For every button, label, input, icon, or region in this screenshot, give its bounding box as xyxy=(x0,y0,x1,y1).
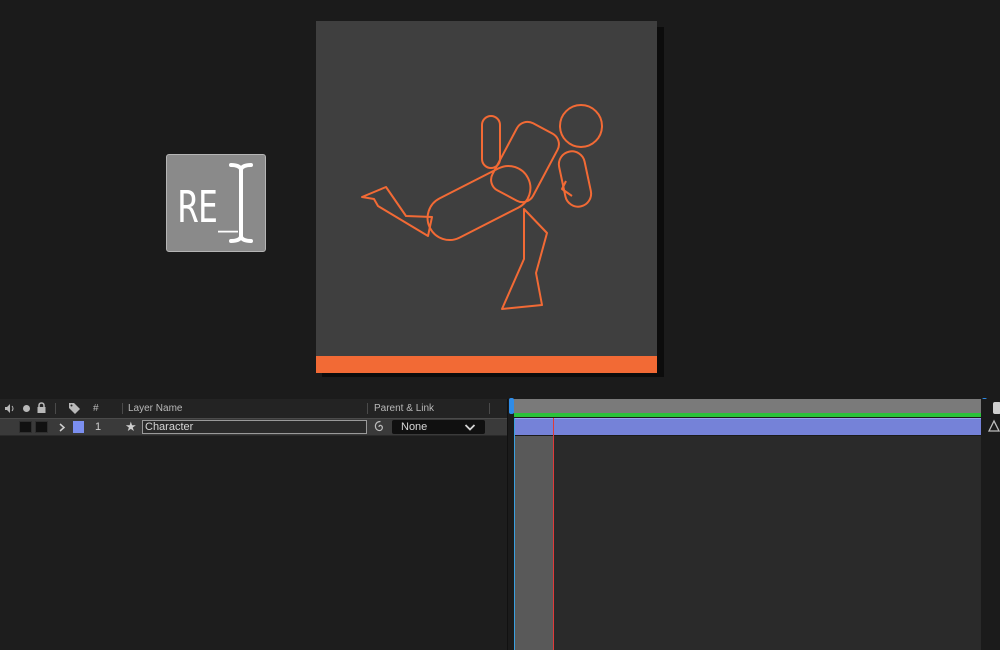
chevron-down-icon xyxy=(464,424,476,431)
solo-switch-box[interactable] xyxy=(35,421,48,433)
scroll-handle[interactable] xyxy=(993,402,1000,414)
column-header-number: # xyxy=(93,403,99,414)
timeline-body[interactable] xyxy=(514,436,981,650)
shape-layer-star-icon: ★ xyxy=(125,419,137,434)
layer-row[interactable]: 1 ★ Character None xyxy=(0,418,507,436)
plugin-logo[interactable]: RE_ xyxy=(166,154,266,252)
header-separator xyxy=(489,403,490,414)
label-tag-icon[interactable] xyxy=(68,402,81,414)
visibility-icon[interactable] xyxy=(22,404,31,413)
lock-icon[interactable] xyxy=(36,402,47,414)
logo-text: RE_ xyxy=(178,182,238,233)
parent-select-value: None xyxy=(401,421,428,433)
time-navigator[interactable] xyxy=(509,398,987,414)
layer-label-color[interactable] xyxy=(73,421,84,433)
expand-arrow-icon[interactable] xyxy=(59,423,66,432)
layer-list-empty-area[interactable] xyxy=(0,436,507,650)
character-figure xyxy=(361,104,603,310)
timeline-header: # Layer Name Parent & Link xyxy=(0,399,507,418)
layer-number: 1 xyxy=(95,421,102,433)
header-separator xyxy=(122,403,123,414)
work-area-bar[interactable] xyxy=(514,413,981,417)
header-separator xyxy=(55,403,56,414)
panel-divider[interactable] xyxy=(507,399,508,650)
pickwhip-icon[interactable] xyxy=(372,419,386,434)
comp-start-marker xyxy=(514,418,515,650)
header-separator xyxy=(367,403,368,414)
av-switch-box[interactable] xyxy=(19,421,32,433)
comp-progress-bar xyxy=(316,356,657,373)
column-header-parent-link[interactable]: Parent & Link xyxy=(374,403,434,414)
logo-glyph: RE_ xyxy=(178,163,253,243)
audio-icon[interactable] xyxy=(4,403,16,414)
navigator-start-handle[interactable] xyxy=(509,398,514,414)
column-header-layer-name[interactable]: Layer Name xyxy=(128,403,182,414)
timeline-right-gutter xyxy=(981,399,1000,650)
parent-select[interactable]: None xyxy=(392,420,485,434)
layer-duration-bar[interactable] xyxy=(514,418,981,435)
graph-editor-icon[interactable] xyxy=(988,419,1000,433)
composition-viewer[interactable] xyxy=(316,21,657,373)
playhead-line[interactable] xyxy=(553,418,554,650)
layer-name-field[interactable]: Character xyxy=(142,420,367,434)
cached-frames-region xyxy=(514,436,554,650)
